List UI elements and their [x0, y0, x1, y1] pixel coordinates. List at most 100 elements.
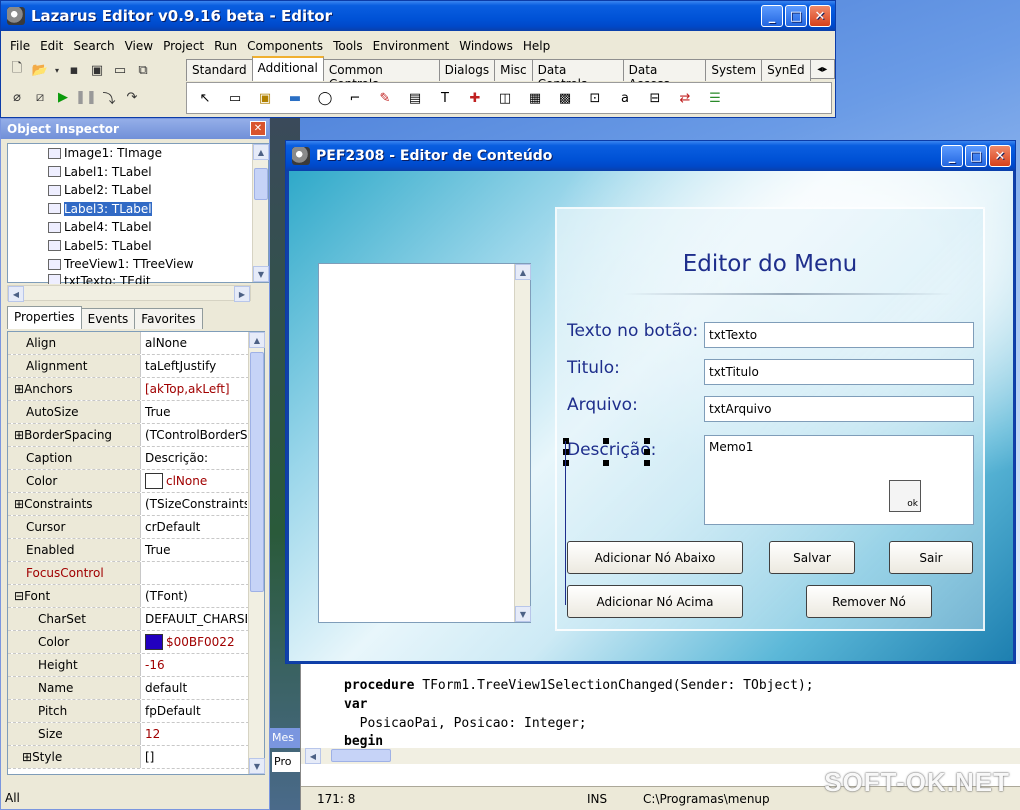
property-row[interactable]: Name default	[8, 677, 264, 700]
scroll-thumb[interactable]	[254, 168, 268, 200]
chart-icon[interactable]: ⇄	[672, 86, 698, 110]
tab-events[interactable]: Events	[80, 308, 136, 329]
scroll-up-icon[interactable]: ▲	[253, 144, 269, 160]
scroll-up-icon[interactable]: ▲	[249, 332, 265, 348]
exit-button[interactable]: Sair	[889, 541, 973, 574]
expand-icon[interactable]: ⊞	[14, 428, 24, 442]
scroll-left-icon[interactable]: ◀	[305, 748, 321, 764]
save-all-icon[interactable]: ▣	[87, 60, 107, 80]
tree-item[interactable]: txtTexto: TEdit	[8, 273, 268, 284]
property-value[interactable]: alNone	[141, 336, 247, 350]
tree-scrollbar[interactable]: ▲ ▼	[252, 144, 269, 282]
treeview1[interactable]: ▲ ▼	[318, 263, 531, 623]
draw-grid-icon[interactable]: ▩	[552, 86, 578, 110]
property-value[interactable]: clNone	[141, 473, 247, 489]
menu-components[interactable]: Components	[242, 39, 328, 53]
tree-item[interactable]: Label5: TLabel	[8, 237, 268, 256]
shape-icon[interactable]: ◯	[312, 86, 338, 110]
property-row[interactable]: ⊞ Constraints (TSizeConstraints)	[8, 493, 264, 516]
save-button[interactable]: Salvar	[769, 541, 855, 574]
menu-run[interactable]: Run	[209, 39, 242, 53]
menu-help[interactable]: Help	[518, 39, 555, 53]
checklistbox-icon[interactable]: ☰	[702, 86, 728, 110]
property-value[interactable]: Descrição:	[141, 451, 247, 465]
property-row[interactable]: ⊟ Font (TFont)	[8, 585, 264, 608]
scroll-left-icon[interactable]: ◀	[8, 286, 24, 302]
scroll-down-icon[interactable]: ▼	[253, 266, 269, 282]
selection-handle[interactable]	[644, 449, 650, 455]
scroll-thumb[interactable]	[331, 749, 391, 762]
memo1[interactable]: Memo1 ok	[704, 435, 974, 525]
txtTitulo-edit[interactable]: txtTitulo	[704, 359, 974, 385]
add-node-below-button[interactable]: Adicionar Nó Abaixo	[567, 541, 743, 574]
property-value[interactable]: $00BF0022	[141, 634, 247, 650]
property-value[interactable]: 12	[141, 727, 247, 741]
property-row[interactable]: Align alNone	[8, 332, 264, 355]
main-title-bar[interactable]: Lazarus Editor v0.9.16 beta - Editor _ □…	[1, 1, 835, 31]
paintbox-icon[interactable]: ✎	[372, 86, 398, 110]
tab-favorites[interactable]: Favorites	[134, 308, 203, 329]
tab-standard[interactable]: Standard	[186, 59, 253, 81]
tab-data-access[interactable]: Data Access	[622, 59, 707, 91]
selection-handle[interactable]	[563, 460, 569, 466]
menu-file[interactable]: File	[5, 39, 35, 53]
selection-handle[interactable]	[563, 449, 569, 455]
property-row[interactable]: Size 12	[8, 723, 264, 746]
string-grid-icon[interactable]: ▦	[522, 86, 548, 110]
new-form-icon[interactable]: ⧉	[133, 60, 153, 80]
property-value[interactable]: [akTop,akLeft]	[141, 382, 247, 396]
tab-common-controls[interactable]: Common Controls	[322, 59, 440, 91]
scroll-thumb[interactable]	[250, 352, 264, 592]
form-title-bar[interactable]: PEF2308 - Editor de Conteúdo _ □ ✕	[286, 141, 1015, 171]
property-value[interactable]: (TControlBorderSp	[141, 428, 247, 442]
selection-handle[interactable]	[644, 460, 650, 466]
view-forms-icon[interactable]: ⧄	[30, 87, 50, 107]
menu-tools[interactable]: Tools	[328, 39, 368, 53]
add-node-above-button[interactable]: Adicionar Nó Acima	[567, 585, 743, 618]
expand-icon[interactable]: ⊞	[14, 382, 24, 396]
property-value[interactable]: (TSizeConstraints)	[141, 497, 247, 511]
tree-item[interactable]: Label1: TLabel	[8, 163, 268, 182]
close-button[interactable]: ✕	[809, 5, 831, 27]
scrollbox-icon[interactable]: ◫	[492, 86, 518, 110]
selection-handle[interactable]	[603, 438, 609, 444]
step-into-icon[interactable]: ⤵	[99, 87, 119, 107]
treeview-scrollbar[interactable]: ▲ ▼	[514, 264, 531, 622]
tree-item[interactable]: TreeView1: TTreeView	[8, 255, 268, 274]
static-text-icon[interactable]: a	[612, 86, 638, 110]
mask-edit-icon[interactable]: ⊟	[642, 86, 668, 110]
property-value[interactable]: DEFAULT_CHARSE	[141, 612, 247, 626]
messages-tab[interactable]: Mes	[270, 728, 300, 748]
property-row[interactable]: Cursor crDefault	[8, 516, 264, 539]
menu-edit[interactable]: Edit	[35, 39, 68, 53]
save-icon[interactable]: ▪	[64, 60, 84, 80]
maximize-button[interactable]: □	[785, 5, 807, 27]
collapse-icon[interactable]: ⊟	[14, 589, 24, 603]
property-row[interactable]: ⊞ BorderSpacing (TControlBorderSp	[8, 424, 264, 447]
tab-additional[interactable]: Additional	[251, 56, 324, 81]
property-row[interactable]: AutoSize True	[8, 401, 264, 424]
tab-synedit[interactable]: SynEd	[761, 59, 811, 81]
view-units-icon[interactable]: ⌀	[7, 87, 27, 107]
property-value[interactable]: taLeftJustify	[141, 359, 247, 373]
open-file-icon[interactable]: 📂	[30, 60, 50, 80]
toggle-form-unit-icon[interactable]: ▭	[110, 60, 130, 80]
property-row[interactable]: Color clNone	[8, 470, 264, 493]
property-value[interactable]: (TFont)	[141, 589, 247, 603]
property-row[interactable]: Alignment taLeftJustify	[8, 355, 264, 378]
scroll-down-icon[interactable]: ▼	[515, 606, 531, 622]
editor-horizontal-scrollbar[interactable]: ◀	[301, 748, 1020, 764]
property-row[interactable]: Pitch fpDefault	[8, 700, 264, 723]
pointer-tool-icon[interactable]: ↖	[192, 86, 218, 110]
tab-data-controls[interactable]: Data Controls	[531, 59, 624, 91]
tab-misc[interactable]: Misc	[494, 59, 533, 81]
speedbutton-icon[interactable]: ▣	[252, 86, 278, 110]
expand-icon[interactable]: ⊞	[22, 750, 32, 764]
txtArquivo-edit[interactable]: txtArquivo	[704, 396, 974, 422]
property-grid-scrollbar[interactable]: ▲ ▼	[248, 332, 265, 774]
bevel-icon[interactable]: ⌐	[342, 86, 368, 110]
close-icon[interactable]: ✕	[250, 121, 266, 136]
property-row[interactable]: ⊞ Style []	[8, 746, 264, 769]
labeled-edit-icon[interactable]: T	[432, 86, 458, 110]
pause-icon[interactable]: ❚❚	[75, 87, 97, 107]
